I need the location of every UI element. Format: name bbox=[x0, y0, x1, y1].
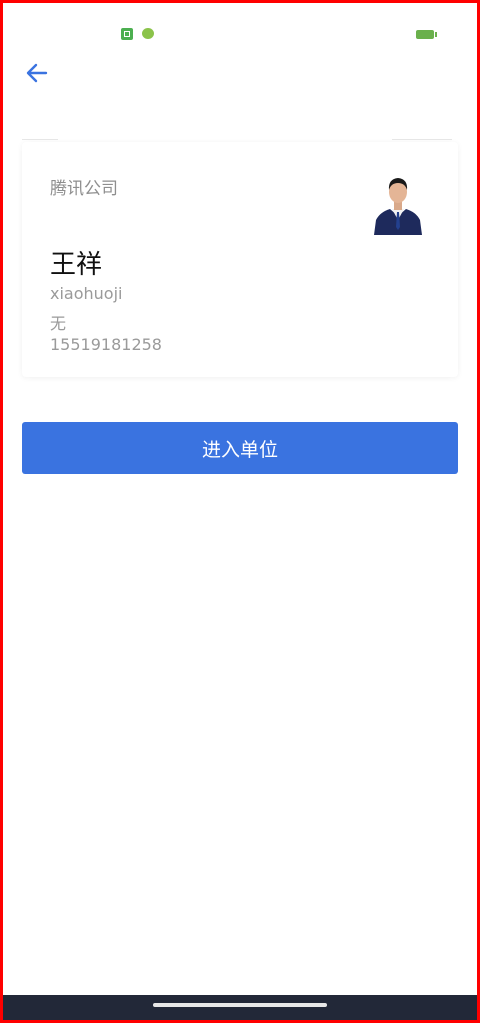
avatar bbox=[372, 172, 424, 235]
battery-icon bbox=[416, 30, 437, 39]
home-indicator[interactable] bbox=[153, 1003, 327, 1007]
status-bar bbox=[0, 24, 480, 44]
arrow-left-icon bbox=[26, 63, 48, 83]
company-name: 腾讯公司 bbox=[50, 179, 118, 199]
department-text: 无 bbox=[50, 314, 67, 333]
back-button[interactable] bbox=[24, 60, 50, 86]
enter-organization-button[interactable]: 进入单位 bbox=[22, 422, 458, 474]
card-divider bbox=[22, 139, 58, 140]
card-divider bbox=[392, 139, 452, 140]
user-photo-icon bbox=[372, 172, 424, 235]
wechat-icon bbox=[142, 28, 154, 39]
notification-app-icon bbox=[121, 28, 133, 40]
username-text: xiaohuoji bbox=[50, 284, 123, 303]
business-card: 腾讯公司 王祥 xiaohuoji 无 15519181258 bbox=[22, 142, 458, 377]
system-navigation-bar bbox=[3, 995, 477, 1020]
person-name: 王祥 bbox=[50, 250, 103, 280]
phone-number: 15519181258 bbox=[50, 335, 162, 354]
